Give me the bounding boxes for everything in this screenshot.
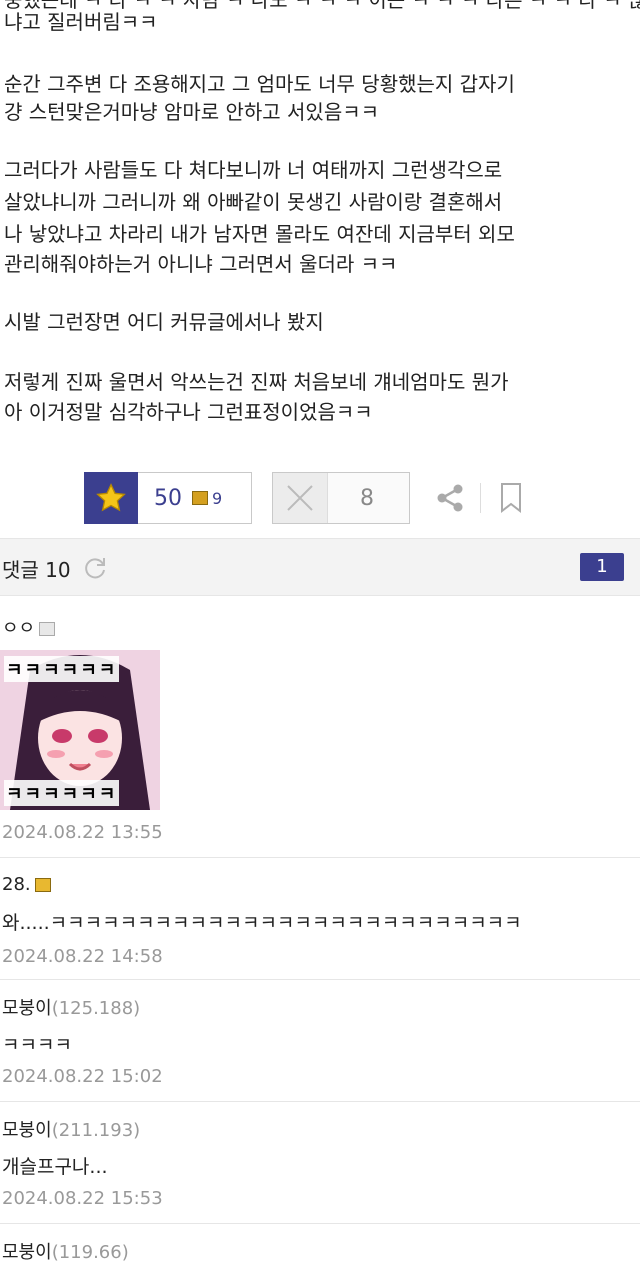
post-line: 아 이거정말 심각하구나 그런표정이었음ㅋㅋ bbox=[4, 400, 373, 424]
author-name: 28. bbox=[2, 874, 31, 895]
comment-count-label: 댓글 10 bbox=[2, 558, 71, 582]
x-icon bbox=[273, 473, 328, 523]
vote-bar: 50 9 8 bbox=[84, 471, 523, 525]
post-line: 시발 그런장면 어디 커뮤글에서나 봤지 bbox=[4, 310, 324, 334]
comment-header: 댓글 10 1 bbox=[0, 538, 640, 596]
sticker-image: ㅋㅋㅋㅋㅋㅋ ㅋㅋㅋㅋㅋㅋ bbox=[0, 650, 160, 810]
comment-author[interactable]: ㅇㅇ bbox=[2, 614, 56, 640]
post-line: 살았냐니까 그러니까 왜 아빠같이 못생긴 사람이랑 결혼해서 bbox=[4, 190, 503, 214]
fixed-nick-icon bbox=[192, 491, 208, 505]
post-line: 걍 스턴맞은거마냥 암마로 안하고 서있음ㅋㅋ bbox=[4, 100, 380, 124]
author-name: 모붕이 bbox=[2, 998, 52, 1019]
bookmark-icon[interactable] bbox=[499, 482, 523, 514]
author-ip: (119.66) bbox=[51, 1242, 129, 1263]
share-icon[interactable] bbox=[434, 482, 466, 514]
post-line: 나 낳았냐고 차라리 내가 남자면 몰라도 여잔데 지금부터 외모 bbox=[4, 222, 515, 246]
comment-item: 28. 와.....ㅋㅋㅋㅋㅋㅋㅋㅋㅋㅋㅋㅋㅋㅋㅋㅋㅋㅋㅋㅋㅋㅋㅋㅋㅋㅋㅋ 20… bbox=[0, 858, 640, 980]
comment-text: ㅋㅋㅋㅋ bbox=[2, 1034, 72, 1056]
comment-author[interactable]: 모붕이(211.193) bbox=[2, 1116, 140, 1142]
fixed-count: 9 bbox=[212, 488, 223, 508]
author-ip: (125.188) bbox=[51, 998, 141, 1019]
comment-text: 와.....ㅋㅋㅋㅋㅋㅋㅋㅋㅋㅋㅋㅋㅋㅋㅋㅋㅋㅋㅋㅋㅋㅋㅋㅋㅋㅋㅋ bbox=[2, 912, 522, 934]
comment-author[interactable]: 모붕이(119.66) bbox=[2, 1238, 129, 1264]
not-recommend-count: 8 bbox=[360, 485, 374, 511]
recommend-button[interactable]: 50 9 bbox=[84, 471, 252, 524]
comment-item: 모붕이(211.193) 개슬프구나... 2024.08.22 15:53 bbox=[0, 1102, 640, 1224]
star-icon bbox=[84, 471, 138, 524]
post-line: 그러다가 사람들도 다 쳐다보니까 너 여태까지 그런생각으로 bbox=[4, 158, 503, 182]
sticker-text: ㅋㅋㅋㅋㅋㅋ bbox=[4, 656, 120, 682]
fixed-recommend: 9 bbox=[192, 489, 222, 508]
comment-author[interactable]: 모붕이(125.188) bbox=[2, 994, 140, 1020]
comment-date: 2024.08.22 15:53 bbox=[2, 1188, 163, 1209]
post-line: 냐고 질러버림ㅋㅋ bbox=[4, 10, 158, 34]
author-name: 모붕이 bbox=[2, 1120, 52, 1141]
comment-author[interactable]: 28. bbox=[2, 874, 51, 895]
fixed-nick-icon bbox=[34, 878, 51, 892]
author-name: 모붕이 bbox=[2, 1242, 52, 1263]
divider bbox=[480, 483, 481, 513]
comment-item: ㅇㅇ ㅋㅋㅋㅋㅋㅋ ㅋㅋㅋㅋㅋㅋ 2024.08.22 13:55 bbox=[0, 596, 640, 858]
recommend-count: 50 bbox=[154, 485, 182, 511]
refresh-icon[interactable] bbox=[82, 555, 108, 581]
comment-text: 개슬프구나... bbox=[2, 1156, 108, 1178]
sticker-text: ㅋㅋㅋㅋㅋㅋ bbox=[4, 780, 120, 806]
author-name: ㅇㅇ bbox=[2, 618, 36, 639]
author-ip: (211.193) bbox=[51, 1120, 141, 1141]
comment-date: 2024.08.22 14:58 bbox=[2, 946, 163, 967]
post-line: 관리해줘야하는거 아니냐 그러면서 울더라 ㅋㅋ bbox=[4, 252, 398, 276]
comment-date: 2024.08.22 13:55 bbox=[2, 822, 163, 843]
comment-item: 모붕이(125.188) ㅋㅋㅋㅋ 2024.08.22 15:02 bbox=[0, 980, 640, 1102]
comment-item: 모붕이(119.66) bbox=[0, 1224, 640, 1280]
post-line: 저렇게 진짜 울면서 악쓰는건 진짜 처음보네 걔네엄마도 뭔가 bbox=[4, 370, 509, 394]
nick-icon bbox=[39, 622, 56, 636]
comment-date: 2024.08.22 15:02 bbox=[2, 1066, 163, 1087]
not-recommend-button[interactable]: 8 bbox=[272, 472, 410, 524]
comment-page-badge[interactable]: 1 bbox=[580, 553, 624, 581]
